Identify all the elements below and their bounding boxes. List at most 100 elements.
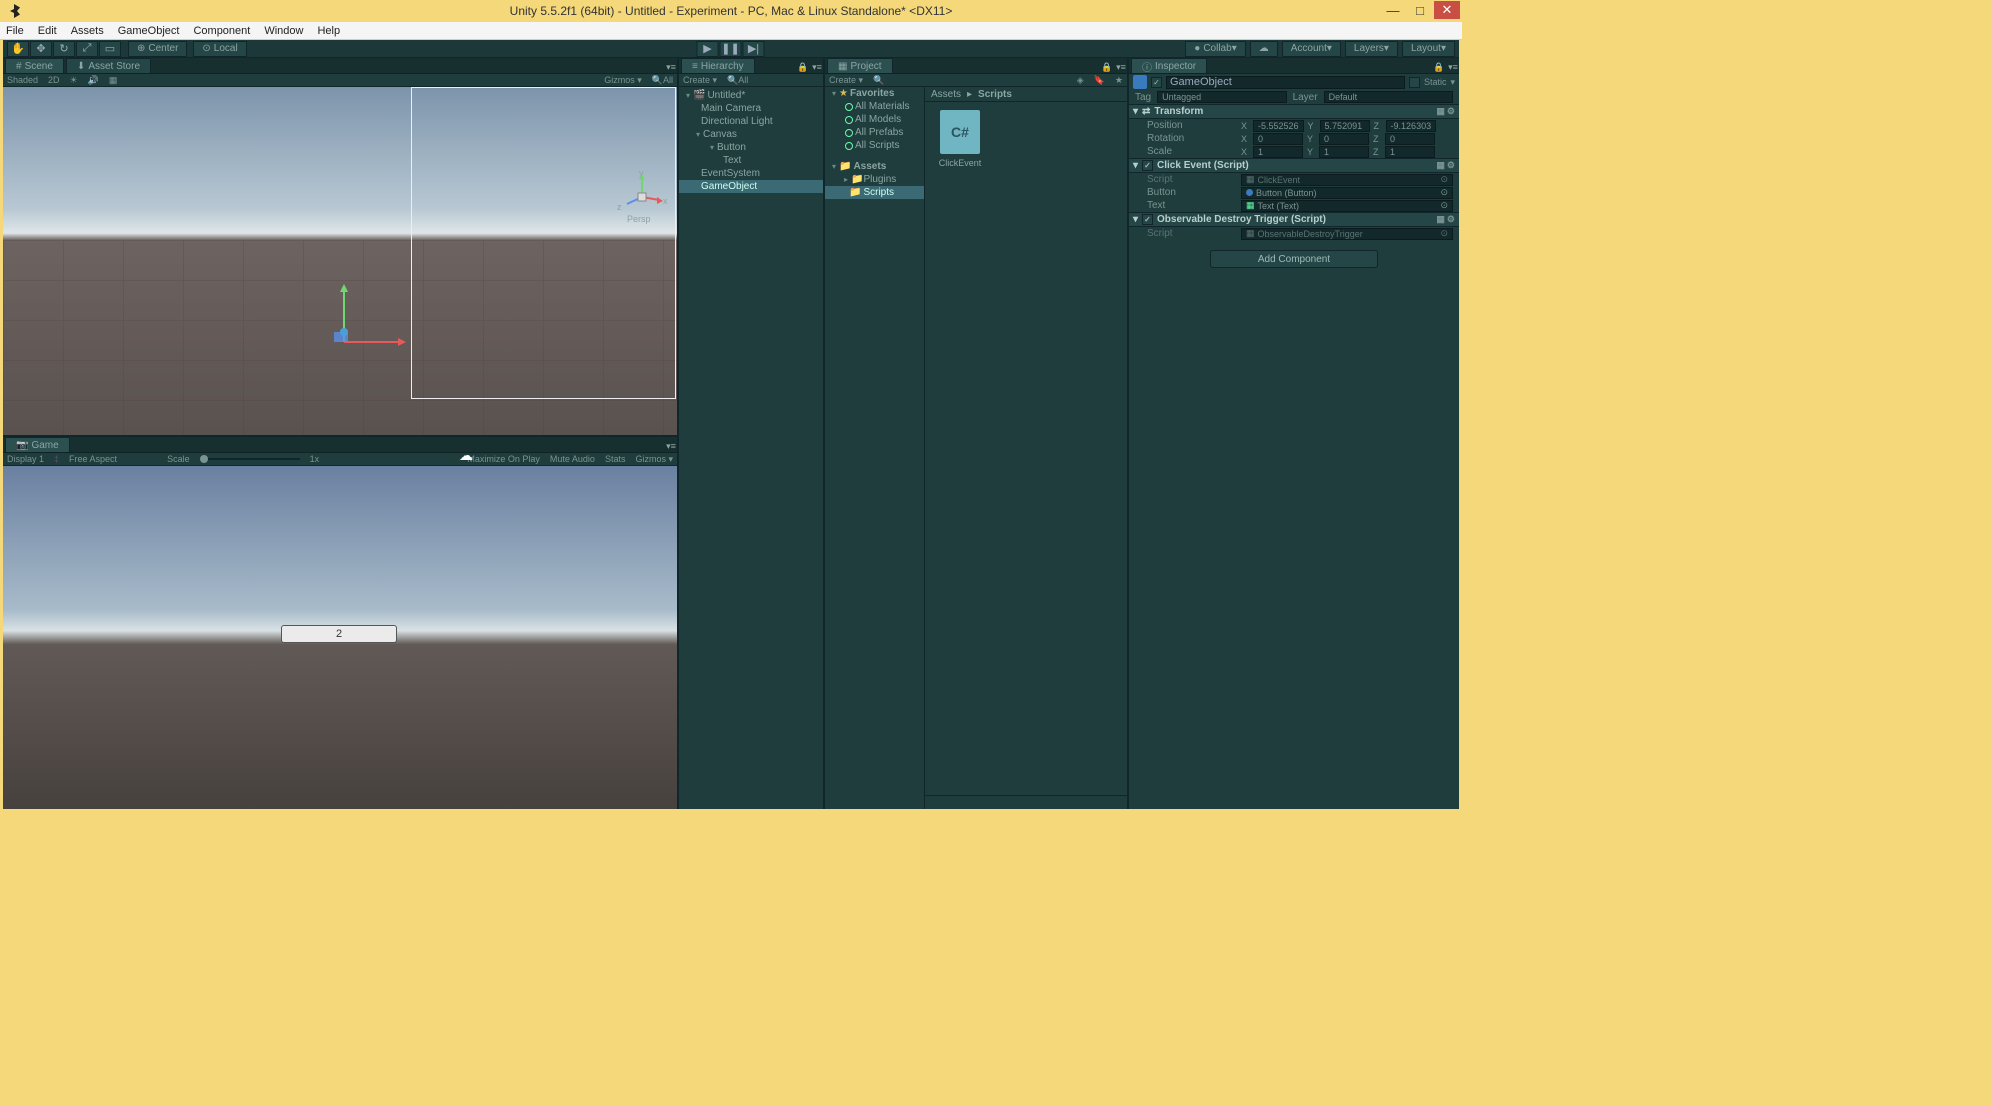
close-button[interactable]: ✕	[1434, 1, 1460, 19]
maximize-button[interactable]: □	[1407, 1, 1433, 19]
hierarchy-item-light[interactable]: Directional Light	[679, 115, 823, 128]
minimize-button[interactable]: —	[1380, 1, 1406, 19]
menu-component[interactable]: Component	[193, 25, 250, 37]
scale-slider[interactable]	[200, 458, 300, 460]
transform-gizmo[interactable]	[330, 282, 410, 365]
local-global-toggle[interactable]: ⊙ Local	[193, 41, 246, 57]
text-field[interactable]: ▦Text (Text)⊙	[1241, 200, 1453, 212]
fav-all-scripts[interactable]: All Scripts	[825, 139, 924, 152]
transform-component-header[interactable]: ▾ ⇄ Transform ▦⚙	[1129, 104, 1459, 119]
cloud-button[interactable]: ☁	[1250, 41, 1278, 57]
obsdestroy-help-icon[interactable]: ▦	[1436, 214, 1445, 225]
fav-all-materials[interactable]: All Materials	[825, 100, 924, 113]
obsdestroy-foldout-icon[interactable]: ▾	[1133, 214, 1138, 225]
game-panel-menu-icon[interactable]: ▾≡	[665, 440, 677, 452]
menu-gameobject[interactable]: GameObject	[118, 25, 180, 37]
rotate-tool-button[interactable]: ↻	[53, 41, 75, 57]
position-x-field[interactable]: -5.552526	[1253, 120, 1304, 132]
pause-button[interactable]: ❚❚	[720, 41, 742, 57]
scene-panel-menu-icon[interactable]: ▾≡	[665, 61, 677, 73]
hierarchy-tab[interactable]: ≡ Hierarchy	[681, 58, 755, 73]
account-dropdown[interactable]: Account ▾	[1282, 41, 1341, 57]
project-search[interactable]: 🔍	[873, 75, 1067, 86]
rotation-x-field[interactable]: 0	[1253, 133, 1303, 145]
step-button[interactable]: ▶|	[743, 41, 765, 57]
scene-root[interactable]: ▾🎬 Untitled*	[679, 89, 823, 102]
position-y-field[interactable]: 5.752091	[1320, 120, 1370, 132]
gameobject-name-field[interactable]	[1166, 76, 1405, 89]
layout-dropdown[interactable]: Layout ▾	[1402, 41, 1455, 57]
rotation-z-field[interactable]: 0	[1385, 133, 1435, 145]
inspector-tab[interactable]: ⓘ Inspector	[1131, 58, 1207, 73]
clickevent-component-header[interactable]: ▾ ✓ Click Event (Script) ▦⚙	[1129, 158, 1459, 173]
obsdestroy-component-header[interactable]: ▾ ✓ Observable Destroy Trigger (Script) …	[1129, 212, 1459, 227]
scale-x-field[interactable]: 1	[1253, 146, 1303, 158]
clickevent-gear-icon[interactable]: ⚙	[1447, 160, 1455, 171]
fav-all-models[interactable]: All Models	[825, 113, 924, 126]
orientation-gizmo[interactable]: y x z Persp	[617, 172, 657, 212]
static-dropdown-icon[interactable]: ▾	[1450, 77, 1455, 88]
scene-gizmos-dropdown[interactable]: Gizmos ▾	[604, 75, 642, 86]
play-button[interactable]: ▶	[697, 41, 719, 57]
hierarchy-create-dropdown[interactable]: Create ▾	[683, 75, 717, 86]
scene-audio-icon[interactable]: 🔊	[88, 75, 99, 86]
obs-script-field[interactable]: ▦ ObservableDestroyTrigger⊙	[1241, 228, 1453, 240]
folder-plugins[interactable]: ▸📁 Plugins	[825, 173, 924, 186]
asset-store-tab[interactable]: ⬇ Asset Store	[66, 58, 151, 73]
obsdestroy-enabled-checkbox[interactable]: ✓	[1142, 214, 1153, 225]
menu-window[interactable]: Window	[264, 25, 303, 37]
favorites-section[interactable]: ▾★ Favorites	[825, 87, 924, 100]
asset-clickevent[interactable]: C# ClickEvent	[933, 110, 987, 168]
rotation-y-field[interactable]: 0	[1319, 133, 1369, 145]
project-filter-icon[interactable]: ◈	[1077, 75, 1084, 86]
scale-y-field[interactable]: 1	[1319, 146, 1369, 158]
layers-dropdown[interactable]: Layers ▾	[1345, 41, 1398, 57]
button-field[interactable]: Button (Button)⊙	[1241, 187, 1453, 199]
hierarchy-item-text[interactable]: Text	[679, 154, 823, 167]
menu-edit[interactable]: Edit	[38, 25, 57, 37]
menu-file[interactable]: File	[6, 25, 24, 37]
hierarchy-search[interactable]: 🔍All	[727, 75, 748, 86]
obsdestroy-gear-icon[interactable]: ⚙	[1447, 214, 1455, 225]
menu-assets[interactable]: Assets	[71, 25, 104, 37]
inspector-panel-menu-icon[interactable]: ▾≡	[1447, 61, 1459, 73]
scale-tool-button[interactable]: ⤢	[76, 41, 98, 57]
project-create-dropdown[interactable]: Create ▾	[829, 75, 863, 86]
breadcrumb-assets[interactable]: Assets	[931, 89, 961, 100]
hierarchy-panel-menu-icon[interactable]: ▾≡	[811, 61, 823, 73]
mute-audio-toggle[interactable]: Mute Audio	[550, 454, 595, 465]
scene-light-icon[interactable]: ☀	[70, 75, 78, 86]
scene-search[interactable]: 🔍All	[652, 75, 673, 86]
script-field[interactable]: ▦ ClickEvent⊙	[1241, 174, 1453, 186]
assets-folder[interactable]: ▾📁 Assets	[825, 160, 924, 173]
project-panel-menu-icon[interactable]: ▾≡	[1115, 61, 1127, 73]
hierarchy-item-camera[interactable]: Main Camera	[679, 102, 823, 115]
gameobject-icon[interactable]	[1133, 75, 1147, 89]
game-gizmos-dropdown[interactable]: Gizmos ▾	[635, 454, 673, 465]
hierarchy-lock-icon[interactable]: 🔒	[797, 61, 809, 73]
clickevent-foldout-icon[interactable]: ▾	[1133, 160, 1138, 171]
active-checkbox[interactable]: ✓	[1151, 77, 1162, 88]
game-view[interactable]: 2	[3, 466, 677, 809]
folder-scripts[interactable]: 📁 Scripts	[825, 186, 924, 199]
hierarchy-item-button[interactable]: ▾Button	[679, 141, 823, 154]
clickevent-enabled-checkbox[interactable]: ✓	[1142, 160, 1153, 171]
rect-tool-button[interactable]: ▭	[99, 41, 121, 57]
move-tool-button[interactable]: ✥	[30, 41, 52, 57]
scene-view[interactable]: y x z Persp ☁	[3, 87, 677, 435]
transform-help-icon[interactable]: ▦	[1436, 106, 1445, 117]
breadcrumb-scripts[interactable]: Scripts	[978, 89, 1012, 100]
game-tab[interactable]: 📷 Game	[5, 437, 70, 452]
menu-help[interactable]: Help	[317, 25, 340, 37]
fav-all-prefabs[interactable]: All Prefabs	[825, 126, 924, 139]
transform-foldout-icon[interactable]: ▾	[1133, 106, 1138, 117]
asset-size-slider[interactable]	[925, 795, 1127, 809]
aspect-dropdown[interactable]: Free Aspect	[69, 454, 117, 464]
2d-toggle[interactable]: 2D	[48, 75, 60, 85]
project-star-icon[interactable]: ★	[1115, 75, 1123, 86]
transform-gear-icon[interactable]: ⚙	[1447, 106, 1455, 117]
game-ui-button[interactable]: 2	[281, 625, 397, 643]
collab-dropdown[interactable]: ● Collab ▾	[1185, 41, 1245, 57]
project-label-icon[interactable]: 🔖	[1094, 75, 1105, 86]
hierarchy-item-canvas[interactable]: ▾Canvas	[679, 128, 823, 141]
